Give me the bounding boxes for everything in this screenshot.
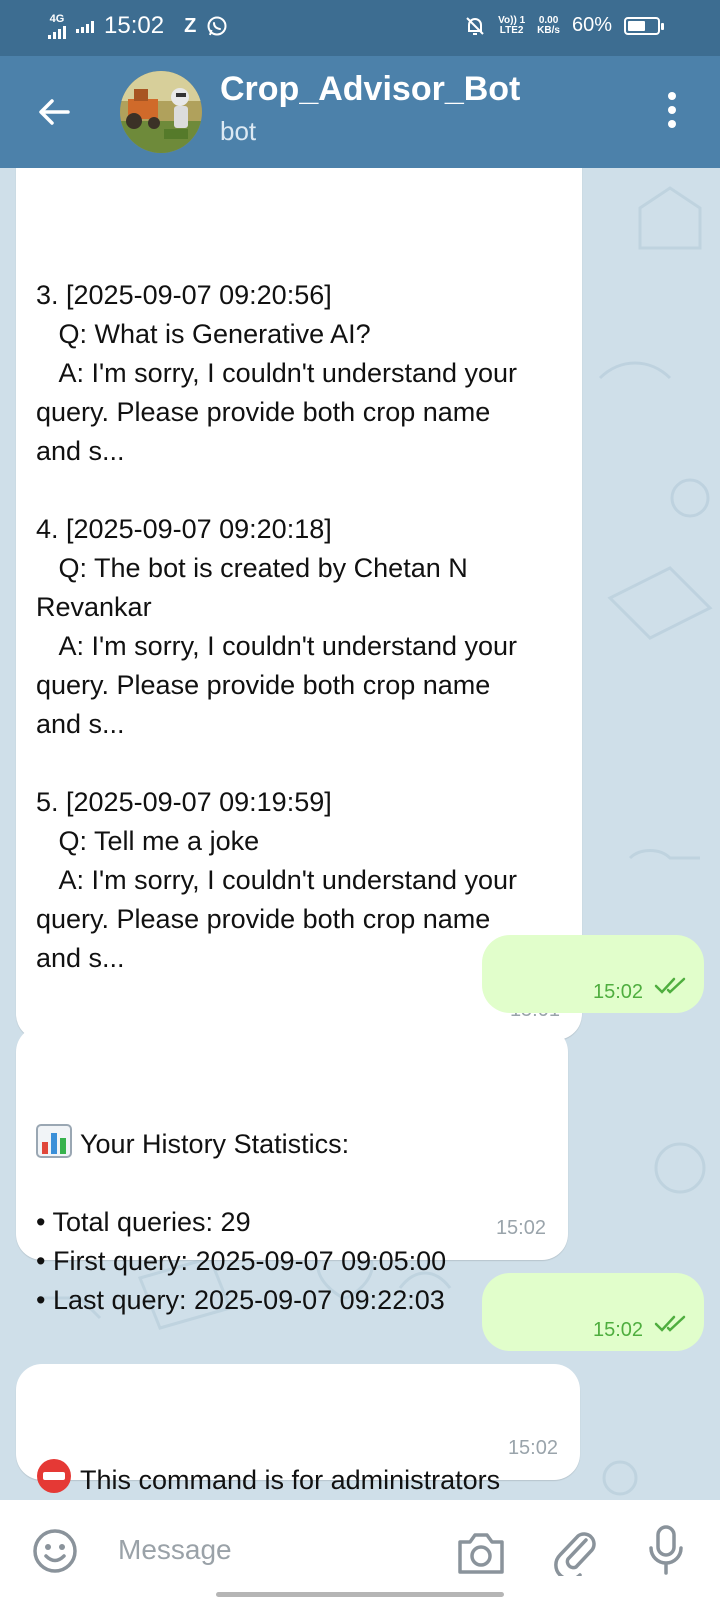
outgoing-message[interactable]: /stats 15:02 [482, 935, 704, 1065]
double-check-icon [654, 977, 686, 994]
mobile-network-indicator: 4G [48, 12, 66, 39]
battery-percent: 60% [571, 14, 612, 36]
volte-indicator: Vo)) 1 LTE2 [498, 14, 526, 36]
chat-title[interactable]: Crop_Advisor_Bot [220, 70, 520, 109]
message-time: 15:02 [593, 981, 644, 1003]
attach-icon[interactable] [552, 1526, 598, 1576]
signal-strength-icon [76, 19, 94, 33]
chat-subtitle: bot [220, 116, 257, 146]
incoming-message[interactable]: Your History Statistics: • Total queries… [16, 1026, 568, 1315]
incoming-message[interactable]: This command is for administrators only.… [16, 1364, 580, 1495]
back-arrow-icon[interactable] [34, 92, 74, 132]
notification-z-icon: Z [184, 14, 197, 37]
outgoing-message[interactable]: /reset 15:02 [482, 1273, 704, 1403]
emoji-icon[interactable] [32, 1528, 78, 1574]
message-list[interactable]: 3. [2025-09-07 09:20:56] Q: What is Gene… [0, 168, 720, 1500]
network-speed: 0.00 KB/s [537, 14, 560, 36]
whatsapp-icon [207, 16, 227, 36]
signal-icon [48, 25, 66, 39]
bar-chart-emoji-icon [36, 1124, 72, 1158]
camera-icon[interactable] [456, 1530, 506, 1576]
status-bar: 4G 15:02 Z Vo)) 1 LTE2 0.00 KB/s 60% [0, 0, 720, 56]
network-type-label: 4G [49, 12, 65, 25]
bot-avatar[interactable] [120, 71, 202, 153]
incoming-message[interactable]: 3. [2025-09-07 09:20:56] Q: What is Gene… [16, 168, 582, 1040]
message-text: 3. [2025-09-07 09:20:56] Q: What is Gene… [36, 280, 518, 973]
message-composer [0, 1500, 720, 1600]
clock: 15:02 [104, 12, 165, 39]
message-text: This command is for administrators only. [36, 1458, 560, 1500]
mute-icon [466, 16, 484, 35]
message-input[interactable] [118, 1528, 418, 1572]
message-time: 15:02 [507, 1437, 558, 1459]
message-text: Your History Statistics: • Total queries… [36, 1124, 548, 1320]
message-time: 15:02 [593, 1319, 644, 1341]
no-entry-emoji-icon [37, 1459, 71, 1493]
more-options-icon[interactable] [660, 92, 684, 132]
double-check-icon [654, 1315, 686, 1332]
battery-icon [624, 16, 664, 35]
microphone-icon[interactable] [646, 1524, 686, 1576]
message-time: 15:02 [495, 1217, 546, 1239]
home-indicator[interactable] [216, 1592, 504, 1597]
chat-header: Crop_Advisor_Bot bot [0, 56, 720, 168]
